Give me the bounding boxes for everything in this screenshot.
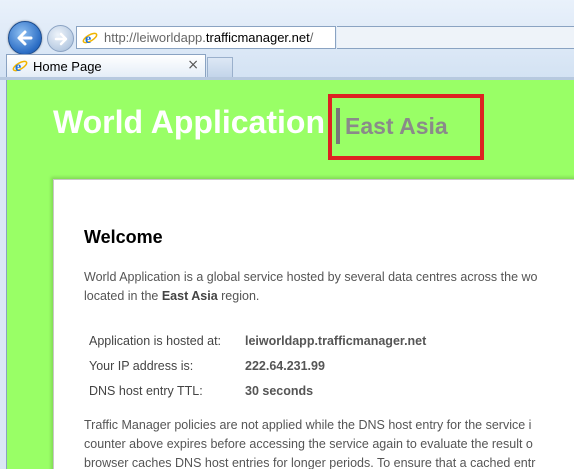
info-value: 30 seconds [245, 383, 314, 398]
browser-chrome: e http://leiworldapp.trafficmanager.net/… [0, 0, 574, 80]
url-text: http://leiworldapp.trafficmanager.net/ [104, 30, 314, 45]
tab-label: Home Page [33, 58, 102, 74]
info-row-host: Application is hosted at: leiworldapp.tr… [89, 328, 426, 353]
tab-home-page[interactable]: e Home Page × [6, 54, 206, 77]
intro-text: World Application is a global service ho… [84, 270, 538, 303]
forward-arrow-icon [54, 32, 67, 45]
info-label: DNS host entry TTL: [89, 383, 203, 398]
site-title: World Application [53, 104, 325, 140]
ie-logo-icon: e [12, 60, 28, 74]
ie-logo-icon: e [82, 32, 98, 46]
info-value: leiworldapp.trafficmanager.net [245, 333, 427, 348]
address-bar-extension [337, 26, 574, 49]
svg-text:e: e [85, 32, 91, 46]
web-page: World Application East Asia Welcome Worl… [6, 80, 574, 469]
info-value: 222.64.231.99 [245, 358, 325, 373]
info-row-ip: Your IP address is: 222.64.231.99 [89, 353, 426, 378]
close-tab-icon[interactable]: × [187, 57, 199, 73]
forward-button[interactable] [47, 25, 74, 52]
new-tab-button[interactable] [207, 57, 233, 77]
address-bar[interactable]: e http://leiworldapp.trafficmanager.net/ [76, 26, 336, 49]
intro-region: East Asia [161, 289, 218, 303]
back-arrow-icon [17, 30, 33, 46]
welcome-heading: Welcome [84, 227, 163, 247]
info-label: Application is hosted at: [89, 333, 222, 348]
svg-text:e: e [15, 60, 21, 74]
info-label: Your IP address is: [89, 358, 194, 373]
back-button[interactable] [8, 21, 42, 55]
traffic-manager-paragraph: Traffic Manager policies are not applied… [84, 418, 536, 469]
region-highlight-box [328, 94, 484, 160]
info-row-ttl: DNS host entry TTL: 30 seconds [89, 378, 426, 403]
content-panel: Welcome World Application is a global se… [53, 179, 574, 469]
info-table: Application is hosted at: leiworldapp.tr… [89, 328, 426, 403]
